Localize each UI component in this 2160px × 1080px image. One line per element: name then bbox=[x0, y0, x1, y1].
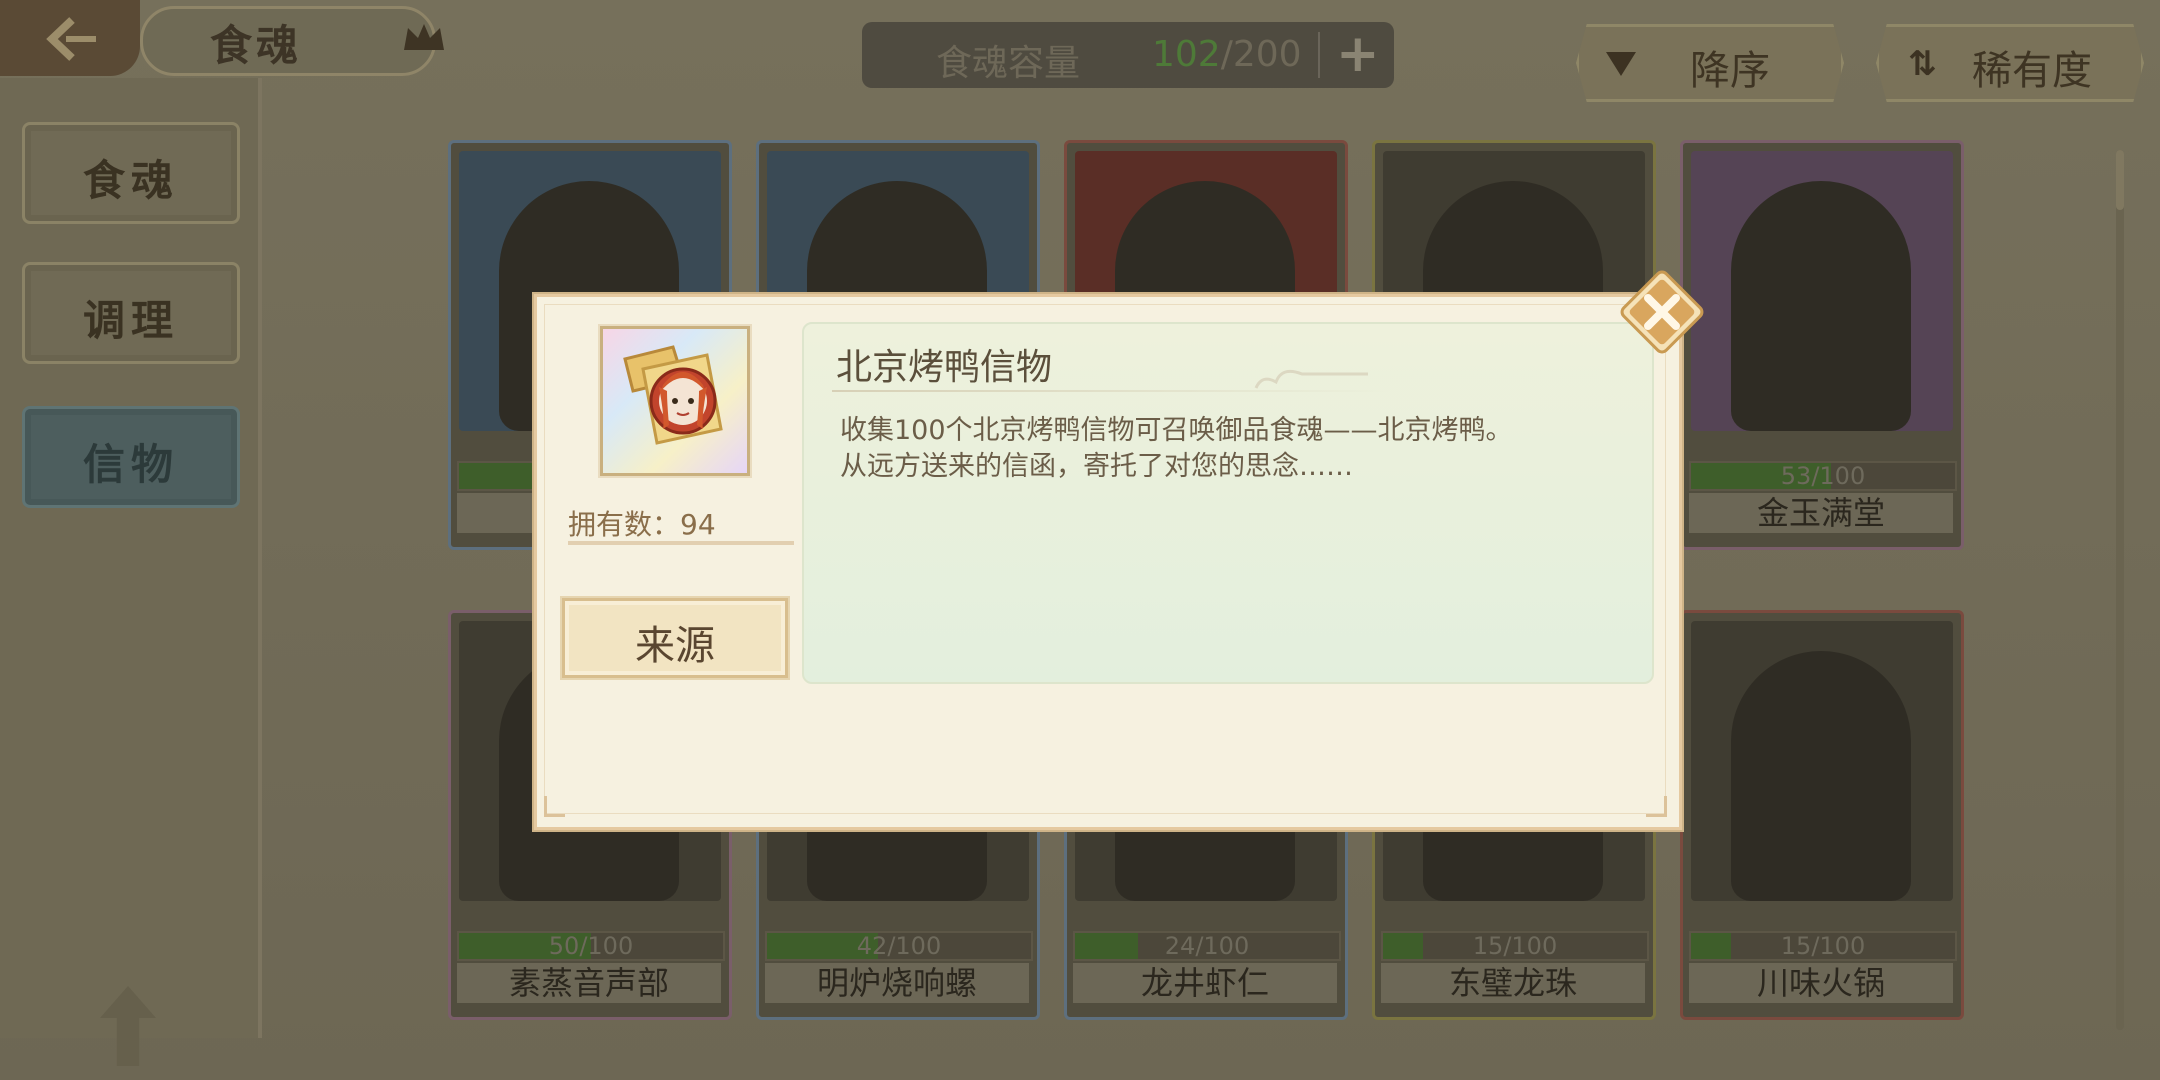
card-name: 明炉烧响螺 bbox=[765, 963, 1029, 1003]
token-card[interactable]: 53/100 金玉满堂 bbox=[1680, 140, 1964, 550]
progress-bar: 15/100 bbox=[1689, 931, 1957, 961]
capacity-current: 102 bbox=[1152, 34, 1221, 75]
divider bbox=[568, 541, 794, 545]
back-arrow-icon bbox=[46, 17, 96, 61]
item-name: 北京烤鸭信物 bbox=[836, 347, 1053, 388]
cloud-ornament-icon bbox=[1254, 369, 1368, 389]
sort-down-icon bbox=[1606, 52, 1636, 76]
progress-text: 50/100 bbox=[548, 932, 634, 960]
page-title: 食魂 bbox=[210, 21, 303, 70]
capacity-label: 食魂容量 bbox=[936, 43, 1081, 84]
crown-icon[interactable] bbox=[402, 20, 446, 56]
progress-text: 42/100 bbox=[856, 932, 942, 960]
progress-text: 15/100 bbox=[1780, 932, 1866, 960]
card-name: 金玉满堂 bbox=[1689, 493, 1953, 533]
tab-cooking[interactable]: 调理 bbox=[22, 262, 240, 364]
close-x-icon bbox=[1620, 270, 1704, 354]
source-button[interactable]: 来源 bbox=[562, 598, 788, 678]
card-art bbox=[1691, 621, 1953, 901]
capacity-max: /200 bbox=[1220, 34, 1302, 75]
rarity-filter-label: 稀有度 bbox=[1972, 48, 2092, 94]
card-art bbox=[1691, 151, 1953, 431]
letter-portrait-icon bbox=[623, 345, 723, 445]
description-line: 收集100个北京烤鸭信物可召唤御品食魂——北京烤鸭。 bbox=[840, 415, 1513, 446]
progress-bar: 50/100 bbox=[457, 931, 725, 961]
progress-text: 15/100 bbox=[1472, 932, 1558, 960]
description-line: 从远方送来的信函，寄托了对您的思念…… bbox=[840, 451, 1353, 482]
token-card[interactable]: 15/100 川味火锅 bbox=[1680, 610, 1964, 1020]
corner-ornament bbox=[544, 796, 565, 817]
progress-bar: 42/100 bbox=[765, 931, 1033, 961]
close-button[interactable] bbox=[1618, 268, 1706, 356]
progress-bar: 53/100 bbox=[1689, 461, 1957, 491]
source-button-label: 来源 bbox=[635, 623, 715, 669]
card-name: 素蒸音声部 bbox=[457, 963, 721, 1003]
progress-text: 24/100 bbox=[1164, 932, 1250, 960]
corner-ornament bbox=[1646, 796, 1667, 817]
progress-bar: 24/100 bbox=[1073, 931, 1341, 961]
back-button[interactable] bbox=[0, 0, 140, 76]
tab-tokens[interactable]: 信物 bbox=[22, 406, 240, 508]
tab-label: 调理 bbox=[82, 296, 179, 345]
card-name: 川味火锅 bbox=[1689, 963, 1953, 1003]
tab-food-soul[interactable]: 食魂 bbox=[22, 122, 240, 224]
progress-text: 53/100 bbox=[1780, 462, 1866, 490]
scrollbar-track[interactable] bbox=[2116, 150, 2124, 1030]
tab-label: 信物 bbox=[82, 440, 179, 489]
item-icon bbox=[600, 326, 750, 476]
swap-sort-icon: ⇅ bbox=[1908, 44, 1937, 84]
progress-bar: 15/100 bbox=[1381, 931, 1649, 961]
add-capacity-button[interactable]: + bbox=[1336, 24, 1380, 84]
tab-label: 食魂 bbox=[82, 156, 179, 205]
owned-count: 拥有数：94 bbox=[568, 508, 716, 541]
card-name: 东璧龙珠 bbox=[1381, 963, 1645, 1003]
capacity-divider bbox=[1318, 32, 1320, 78]
sort-order-label: 降序 bbox=[1690, 48, 1770, 94]
scrollbar-thumb[interactable] bbox=[2116, 150, 2124, 210]
capacity-count: 102/200 bbox=[1152, 34, 1302, 75]
card-name: 龙井虾仁 bbox=[1073, 963, 1337, 1003]
